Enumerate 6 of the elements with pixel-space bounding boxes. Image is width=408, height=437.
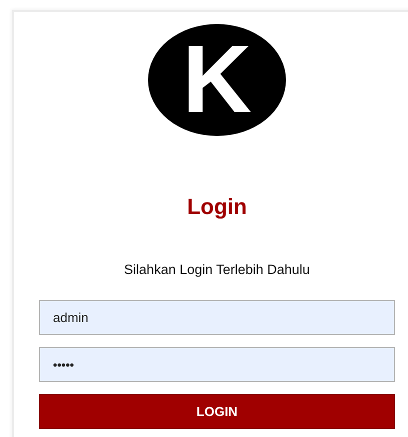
login-subtitle: Silahkan Login Terlebih Dahulu xyxy=(124,262,310,277)
login-button[interactable]: LOGIN xyxy=(39,394,395,429)
password-field[interactable]: ••••• xyxy=(39,347,395,382)
login-title: Login xyxy=(187,194,247,220)
username-field[interactable]: admin xyxy=(39,300,395,335)
logo: K xyxy=(148,24,286,136)
